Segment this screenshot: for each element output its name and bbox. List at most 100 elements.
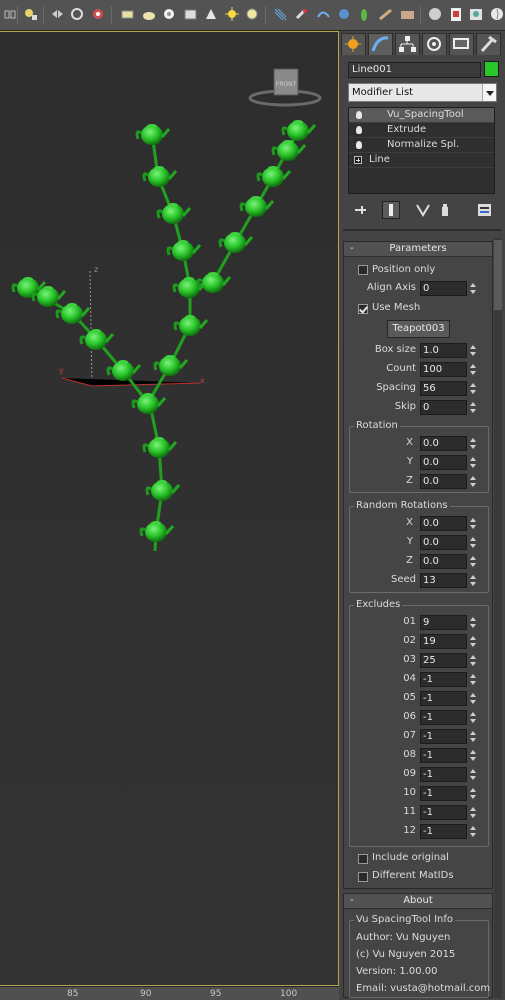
exclude-01-spinner[interactable]: 9	[420, 615, 476, 630]
spinner-arrows-icon[interactable]	[468, 767, 478, 782]
align-icon[interactable]	[70, 7, 85, 22]
spacing-spinner[interactable]: 56	[420, 381, 476, 396]
box-size-spinner[interactable]: 1.0	[420, 343, 476, 358]
exclude-04-spinner[interactable]: -1	[420, 672, 476, 687]
bind-space-warp-icon[interactable]	[23, 7, 38, 22]
cylinder-icon[interactable]	[162, 7, 177, 22]
seed-spinner[interactable]: 13	[420, 573, 476, 588]
chevron-down-icon[interactable]	[482, 84, 496, 101]
box-icon[interactable]	[120, 7, 135, 22]
spinner-arrows-icon[interactable]	[468, 748, 478, 763]
show-end-result-icon[interactable]	[382, 201, 400, 219]
spinner-arrows-icon[interactable]	[468, 615, 478, 630]
particle-icon[interactable]	[273, 7, 288, 22]
stack-item-vu-spacingtool[interactable]: Vu_SpacingTool	[349, 108, 494, 123]
spinner-arrows-icon[interactable]	[468, 573, 478, 588]
sphere-icon[interactable]	[142, 7, 157, 22]
spinner-arrows-icon[interactable]	[468, 535, 478, 550]
different-matids-checkbox[interactable]	[358, 872, 368, 882]
random-z-spinner[interactable]: 0.0	[420, 554, 476, 569]
random-y-spinner[interactable]: 0.0	[420, 535, 476, 550]
spinner-arrows-icon[interactable]	[468, 710, 478, 725]
spinner-arrows-icon[interactable]	[468, 824, 478, 839]
include-original-checkbox[interactable]	[358, 854, 368, 864]
spinner-arrows-icon[interactable]	[468, 805, 478, 820]
exclude-12-spinner[interactable]: -1	[420, 824, 476, 839]
spinner-arrows-icon[interactable]	[468, 554, 478, 569]
exclude-02-spinner[interactable]: 19	[420, 634, 476, 649]
object-color-swatch[interactable]	[484, 61, 499, 77]
display-tab[interactable]	[449, 33, 474, 55]
skip-spinner[interactable]: 0	[420, 400, 476, 415]
lightbulb-icon[interactable]	[356, 126, 362, 134]
exclude-07-spinner[interactable]: -1	[420, 729, 476, 744]
mirror-icon[interactable]	[50, 7, 65, 22]
render-setup-icon[interactable]	[449, 7, 464, 22]
exclude-03-spinner[interactable]: 25	[420, 653, 476, 668]
make-unique-icon[interactable]	[414, 201, 432, 219]
render-icon[interactable]	[490, 7, 505, 22]
spinner-arrows-icon[interactable]	[468, 436, 478, 451]
lightbulb-icon[interactable]	[356, 111, 362, 119]
geosphere-icon[interactable]	[337, 7, 352, 22]
create-tab[interactable]	[341, 33, 366, 55]
use-mesh-checkbox[interactable]	[358, 304, 368, 314]
pin-stack-icon[interactable]	[352, 201, 370, 219]
random-x-spinner[interactable]: 0.0	[420, 516, 476, 531]
spinner-arrows-icon[interactable]	[468, 691, 478, 706]
align-axis-spinner[interactable]: 0	[420, 281, 476, 296]
position-only-checkbox[interactable]	[358, 265, 368, 275]
modifier-list-dropdown[interactable]: Modifier List	[348, 83, 497, 102]
maxscript-icon[interactable]	[378, 7, 393, 22]
exclude-05-spinner[interactable]: -1	[420, 691, 476, 706]
exclude-11-spinner[interactable]: -1	[420, 805, 476, 820]
stack-item-extrude[interactable]: Extrude	[349, 123, 494, 138]
exclude-08-spinner[interactable]: -1	[420, 748, 476, 763]
about-rollout-header[interactable]: - About	[344, 894, 492, 909]
helper-icon[interactable]	[245, 7, 260, 22]
spinner-arrows-icon[interactable]	[468, 474, 478, 489]
spinner-arrows-icon[interactable]	[468, 634, 478, 649]
command-panel-scrollbar[interactable]	[494, 238, 502, 998]
collapse-minus-icon[interactable]: -	[350, 242, 354, 256]
rotation-y-spinner[interactable]: 0.0	[420, 455, 476, 470]
systems-icon[interactable]	[294, 7, 309, 22]
lightbulb-icon[interactable]	[356, 141, 362, 149]
configure-modifier-sets-icon[interactable]	[476, 201, 494, 219]
remove-modifier-icon[interactable]	[436, 201, 454, 219]
stack-item-normalize-spl[interactable]: Normalize Spl.	[349, 138, 494, 153]
spinner-arrows-icon[interactable]	[468, 281, 478, 296]
exclude-06-spinner[interactable]: -1	[420, 710, 476, 725]
pick-mesh-button[interactable]: Teapot003	[387, 320, 450, 338]
spinner-arrows-icon[interactable]	[468, 400, 478, 415]
exclude-09-spinner[interactable]: -1	[420, 767, 476, 782]
timeline-ruler[interactable]: 85 90 95 100	[0, 986, 339, 1000]
curve-editor-icon[interactable]	[400, 7, 415, 22]
spinner-arrows-icon[interactable]	[468, 786, 478, 801]
spinner-arrows-icon[interactable]	[468, 653, 478, 668]
parameters-rollout-header[interactable]: - Parameters	[344, 242, 492, 257]
expand-plus-icon[interactable]	[354, 156, 362, 164]
collapse-minus-icon[interactable]: -	[350, 894, 354, 908]
rotation-x-spinner[interactable]: 0.0	[420, 436, 476, 451]
spinner-arrows-icon[interactable]	[468, 516, 478, 531]
link-icon[interactable]	[3, 7, 18, 22]
spinner-arrows-icon[interactable]	[468, 455, 478, 470]
spinner-arrows-icon[interactable]	[468, 672, 478, 687]
light-icon[interactable]	[204, 7, 219, 22]
layer-manager-icon[interactable]	[91, 7, 106, 22]
front-viewport[interactable]: z y x FRONT	[0, 31, 339, 986]
camera-icon[interactable]	[225, 7, 240, 22]
render-frame-icon[interactable]	[469, 7, 484, 22]
spinner-arrows-icon[interactable]	[468, 381, 478, 396]
cone-icon[interactable]	[183, 7, 198, 22]
utilities-tab[interactable]	[476, 33, 501, 55]
motion-tab[interactable]	[422, 33, 447, 55]
spinner-arrows-icon[interactable]	[468, 362, 478, 377]
rotation-z-spinner[interactable]: 0.0	[420, 474, 476, 489]
scrollbar-thumb[interactable]	[494, 240, 502, 310]
material-editor-icon[interactable]	[428, 7, 443, 22]
teapot-icon[interactable]	[357, 7, 372, 22]
reactor-icon[interactable]	[316, 7, 331, 22]
stack-item-line[interactable]: Line	[349, 153, 494, 168]
